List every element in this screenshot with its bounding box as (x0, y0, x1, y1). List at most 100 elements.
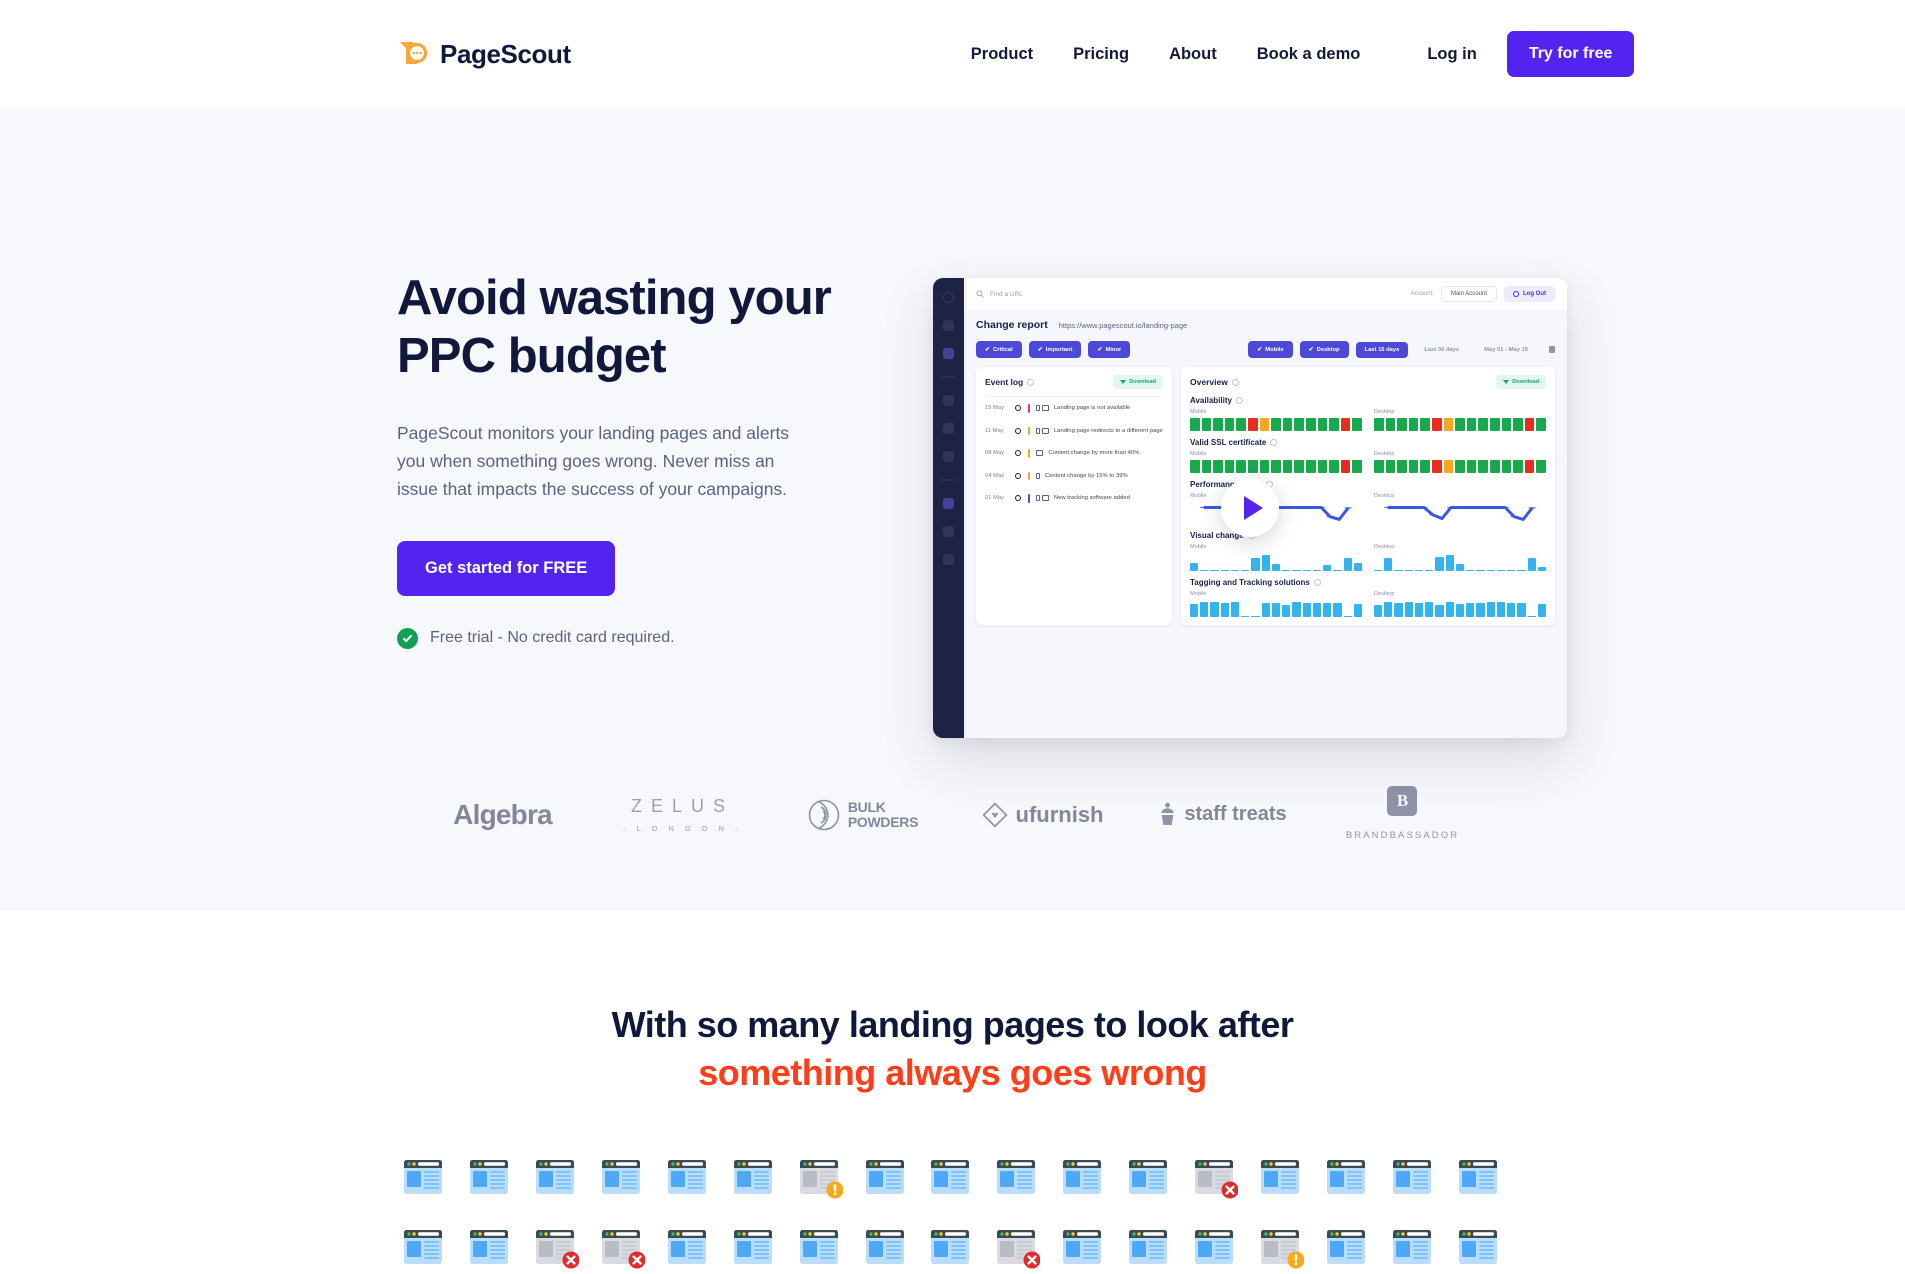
status-cell (1224, 418, 1235, 431)
info-icon[interactable] (1313, 579, 1321, 586)
page-thumbnail-ok (469, 1159, 513, 1199)
bars-mobile (1190, 600, 1362, 617)
status-cell (1329, 460, 1339, 473)
account-selector[interactable]: Main Account (1440, 286, 1497, 302)
page-title: Avoid wasting your PPC budget (397, 270, 857, 386)
algebra-logo: Algebra (453, 798, 552, 830)
section-title-line1: With so many landing pages to look after (611, 1004, 1294, 1045)
date-range-label[interactable]: May 01 - May 15 (1475, 342, 1537, 358)
filter-last-30-days[interactable]: Last 30 days (1415, 342, 1468, 358)
search-input[interactable]: Find a URL (976, 285, 1411, 303)
bar (1527, 615, 1536, 617)
bar (1384, 558, 1393, 571)
status-cell (1408, 460, 1419, 473)
status-cell (1536, 460, 1546, 473)
nav-item-product[interactable]: Product (971, 45, 1033, 64)
sidebar-item-help[interactable] (943, 526, 954, 537)
info-icon[interactable] (1235, 397, 1243, 404)
info-icon[interactable] (1270, 439, 1278, 446)
page-thumbnail-ok (1326, 1159, 1370, 1199)
sidebar-item-settings[interactable] (943, 498, 954, 509)
sidebar-item-collapse[interactable] (943, 554, 954, 565)
filter-critical[interactable]: ✔ Critical (976, 341, 1022, 358)
list-item[interactable]: 04 May Content change by 15% to 39% (985, 465, 1163, 488)
sidebar-item-dashboard[interactable] (943, 320, 954, 331)
brandbassador-text: BRANDBASSADOR (1345, 830, 1460, 841)
status-cell (1420, 460, 1430, 473)
bar (1517, 602, 1526, 617)
logo-brandbassador: B BRANDBASSADOR (1313, 786, 1493, 843)
status-cell (1201, 460, 1212, 473)
filter-last-15-days[interactable]: Last 15 days (1355, 341, 1409, 358)
staff-treats-logo: staff treats (1158, 802, 1287, 828)
status-cell (1294, 418, 1304, 431)
ufurnish-diamond-icon (981, 801, 1008, 828)
event-text: Content change by more than 40% (1048, 450, 1140, 457)
filter-mobile-label: Mobile (1265, 346, 1284, 353)
status-cell (1431, 460, 1442, 473)
page-thumbnail-ok (865, 1229, 909, 1269)
bar (1292, 602, 1301, 617)
search-icon (976, 285, 984, 303)
status-cell (1282, 460, 1293, 473)
timeline-node-icon (1015, 495, 1021, 502)
sidebar-item-pages[interactable] (943, 423, 954, 434)
filter-minor[interactable]: ✔ Minor (1088, 341, 1131, 358)
page-thumbnail-ok (930, 1159, 974, 1199)
sidebar-divider-2 (942, 479, 955, 481)
bar (1302, 569, 1311, 571)
desktop-icon (1041, 405, 1049, 411)
megaphone-bubble-icon (397, 37, 431, 71)
bar (1445, 555, 1454, 571)
filter-important[interactable]: ✔ Important (1028, 341, 1082, 358)
severity-bar (1028, 404, 1031, 413)
overview-download-button[interactable]: Download (1496, 375, 1546, 389)
calendar-icon[interactable] (1549, 346, 1555, 353)
list-item[interactable]: 15 May Landing page is not available (985, 397, 1163, 420)
page-thumbnail-ok (667, 1159, 711, 1199)
play-icon (1243, 496, 1263, 520)
info-icon[interactable] (1231, 378, 1239, 386)
status-cell (1247, 460, 1258, 473)
play-video-button[interactable] (1221, 479, 1279, 537)
status-cell (1282, 418, 1293, 431)
bar (1404, 569, 1413, 571)
list-item[interactable]: 01 May New tracking software added (985, 487, 1163, 510)
bar (1414, 603, 1424, 617)
nav-item-pricing[interactable]: Pricing (1073, 45, 1129, 64)
nav-item-book-a-demo[interactable]: Book a demo (1257, 45, 1361, 64)
status-cell (1397, 460, 1407, 473)
status-cell (1501, 418, 1512, 431)
list-item[interactable]: 11 May Landing page redirects to a diffe… (985, 420, 1163, 443)
trial-note-row: Free trial - No credit card required. (397, 627, 857, 649)
get-started-button[interactable]: Get started for FREE (397, 540, 616, 596)
status-cell (1294, 460, 1304, 473)
sidebar-divider (942, 376, 955, 378)
sidebar-logo-icon[interactable] (943, 292, 954, 303)
brand-logo[interactable]: PageScout (397, 37, 571, 71)
status-cell (1213, 418, 1223, 431)
chart-title: Availability (1190, 396, 1232, 405)
bar (1230, 602, 1240, 617)
sidebar-item-team[interactable] (943, 451, 954, 462)
try-for-free-button[interactable]: Try for free (1506, 31, 1635, 77)
event-log-download-button[interactable]: Download (1113, 375, 1163, 389)
filter-desktop[interactable]: ✔ Desktop (1299, 341, 1349, 358)
logout-button[interactable]: Log Out (1504, 286, 1555, 302)
nav-item-about[interactable]: About (1169, 45, 1217, 64)
info-icon[interactable] (1027, 378, 1035, 386)
status-cell (1340, 418, 1351, 431)
status-cell (1271, 418, 1281, 431)
desktop-icon (1041, 427, 1049, 434)
problem-section: With so many landing pages to look after… (0, 911, 1905, 1269)
status-cell (1374, 418, 1384, 431)
status-cell (1443, 460, 1454, 473)
list-item[interactable]: 08 May Content change by more than 40% (985, 442, 1163, 465)
sidebar-item-reports[interactable] (943, 348, 954, 359)
status-cell (1385, 418, 1396, 431)
page-thumbnail-ok (1458, 1159, 1502, 1199)
filter-mobile[interactable]: ✔ Mobile (1248, 341, 1293, 358)
sidebar-item-alerts[interactable] (943, 395, 954, 406)
login-link[interactable]: Log in (1427, 45, 1476, 64)
ufurnish-logo: ufurnish (981, 801, 1104, 828)
